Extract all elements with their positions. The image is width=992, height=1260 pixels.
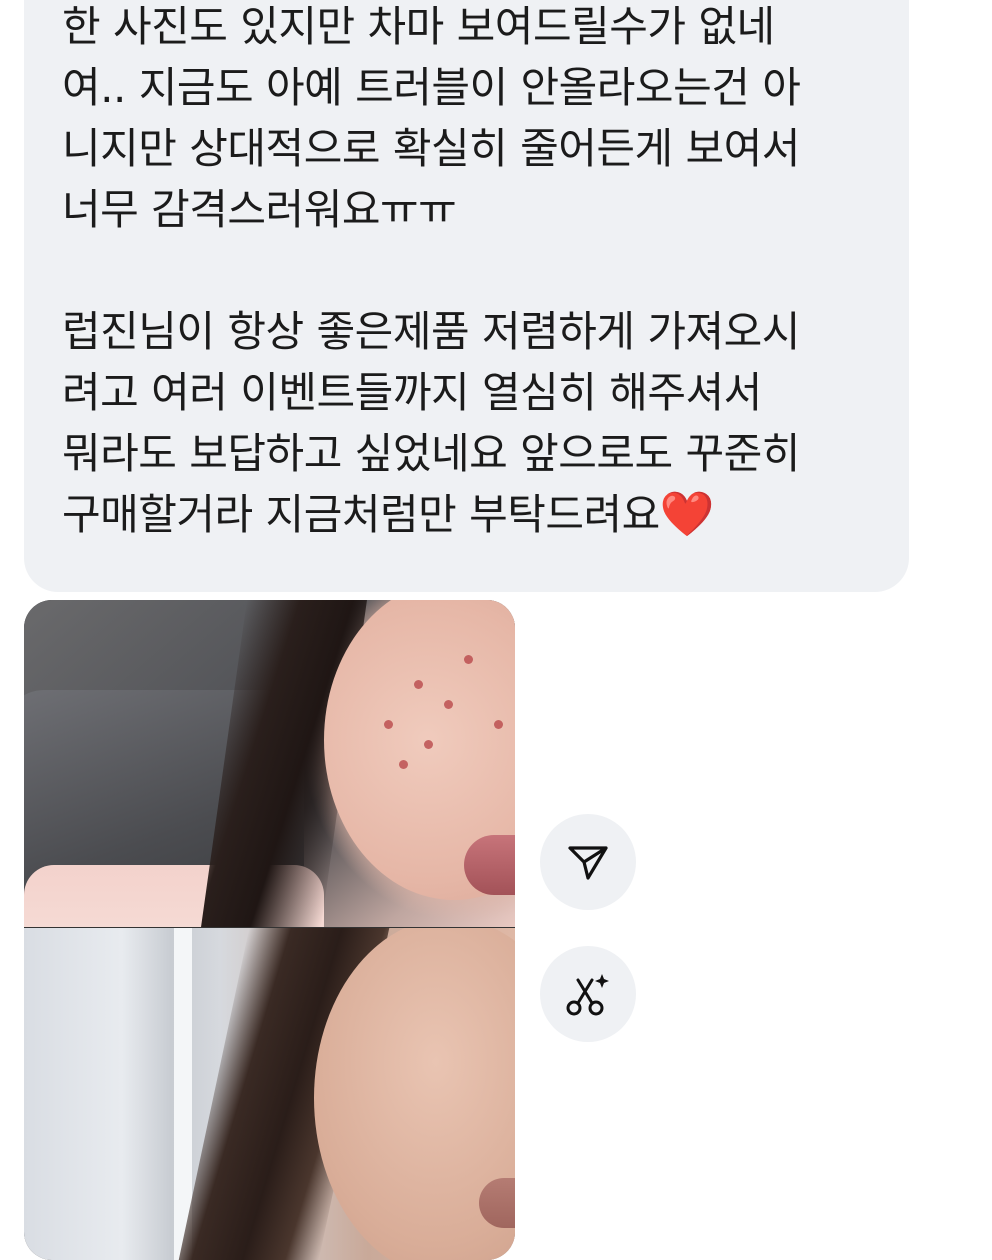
message-last-line: 구매할거라 지금처럼만 부탁드려요❤️ <box>62 484 909 545</box>
message-line: 뭐라도 보답하고 싶었네요 앞으로도 꾸준히 <box>62 429 800 478</box>
message-line: 여.. 지금도 아예 트러블이 안올라오는건 아 <box>62 63 801 112</box>
blemish <box>384 720 393 729</box>
message-line-text: 구매할거라 지금처럼만 부탁드려요 <box>62 490 660 539</box>
blemish <box>464 655 473 664</box>
lips-shape <box>464 835 515 895</box>
blemish <box>399 760 408 769</box>
share-button[interactable] <box>540 814 636 910</box>
heart-emoji: ❤️ <box>659 489 715 540</box>
message-line: 럽진님이 항상 좋은제품 저렴하게 가져오시 <box>62 307 800 356</box>
after-photo <box>24 928 515 1260</box>
blemish <box>414 680 423 689</box>
remix-button[interactable] <box>540 946 636 1042</box>
message-line: 려고 여러 이벤트들까지 열심히 해주셔서 <box>62 368 762 417</box>
blemish <box>494 720 503 729</box>
blemish <box>424 740 433 749</box>
attached-photo[interactable] <box>24 600 515 1260</box>
message-line: 너무 감격스러워요ㅠㅠ <box>62 185 457 234</box>
before-photo <box>24 600 515 927</box>
blemish <box>444 700 453 709</box>
send-icon <box>568 846 608 880</box>
scissors-sparkle-icon <box>566 974 609 1016</box>
message-line: 니지만 상대적으로 확실히 줄어든게 보여서 <box>62 124 800 173</box>
message-line: 한 사진도 있지만 차마 보여드릴수가 없네 <box>62 2 775 51</box>
message-bubble: 한 사진도 있지만 차마 보여드릴수가 없네 여.. 지금도 아예 트러블이 안… <box>24 0 909 592</box>
